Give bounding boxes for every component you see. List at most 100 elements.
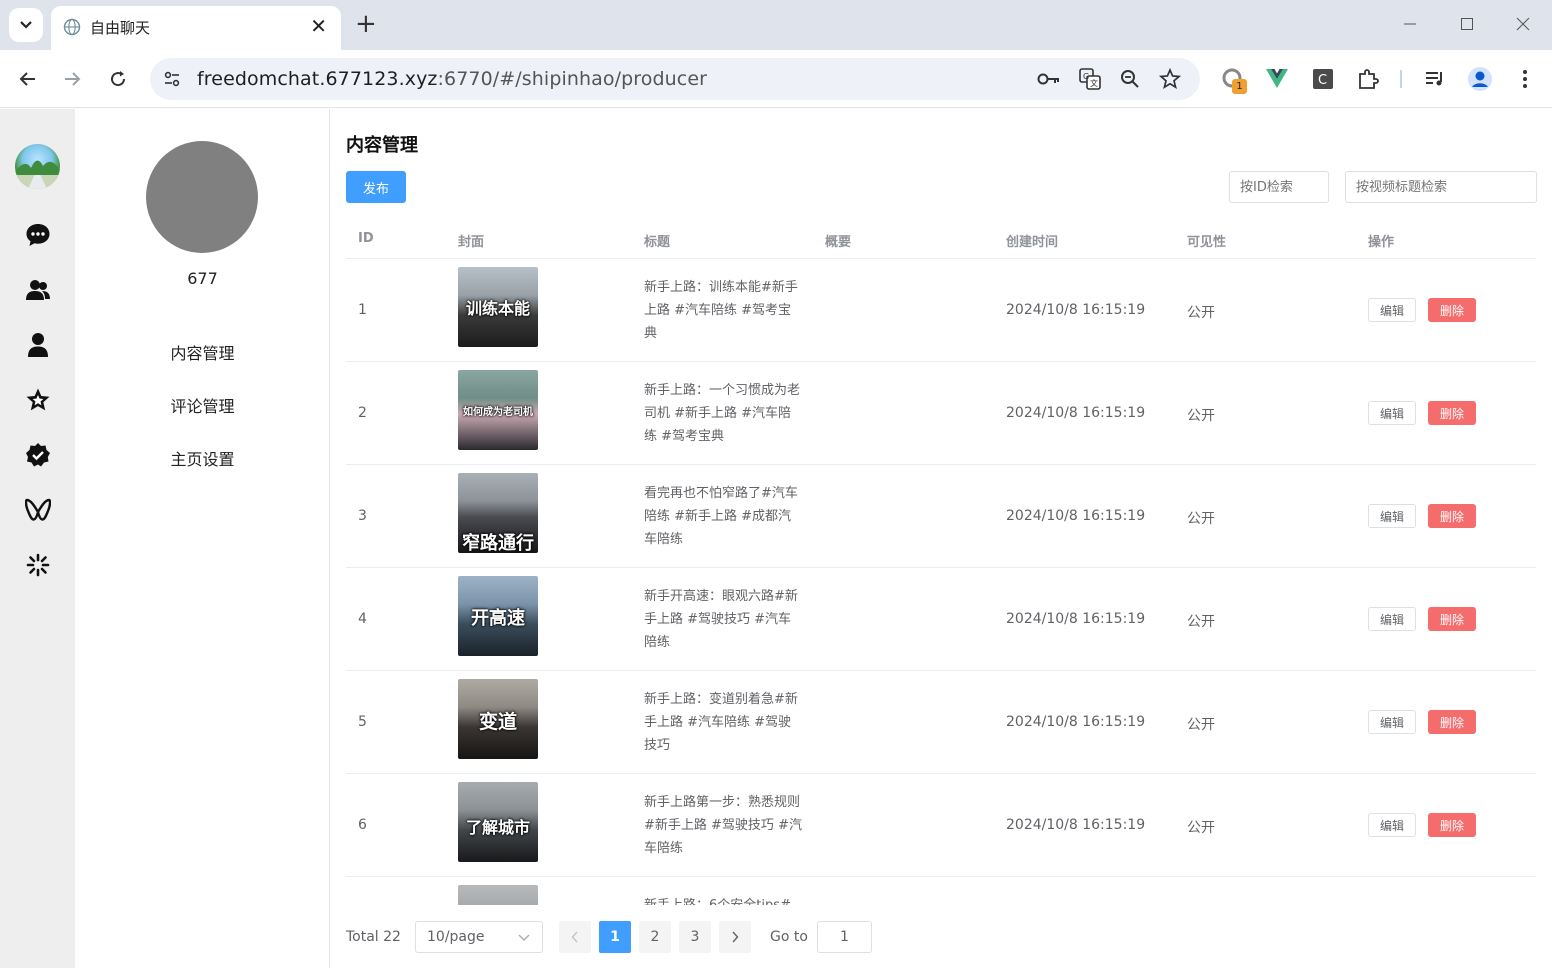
- extensions-puzzle-icon[interactable]: [1355, 66, 1381, 92]
- maximize-button[interactable]: [1455, 12, 1479, 36]
- col-id: ID: [358, 231, 374, 246]
- extension-badge-count: 1: [1232, 79, 1247, 94]
- c-extension-icon[interactable]: C: [1310, 66, 1336, 92]
- col-cover: 封面: [458, 235, 485, 250]
- rail-favorites[interactable]: [24, 386, 52, 414]
- delete-button[interactable]: 删除: [1428, 504, 1476, 528]
- page-title: 内容管理: [346, 135, 418, 156]
- delete-button[interactable]: 删除: [1428, 710, 1476, 734]
- forward-button[interactable]: [59, 66, 85, 92]
- page-button-1[interactable]: 1: [599, 921, 631, 953]
- password-key-icon[interactable]: [1037, 68, 1061, 90]
- address-bar[interactable]: freedomchat.677123.xyz:6770/#/shipinhao/…: [150, 58, 1200, 100]
- row-id: 6: [358, 817, 367, 833]
- delete-button[interactable]: 删除: [1428, 401, 1476, 425]
- minimize-icon: [1404, 23, 1416, 25]
- delete-button[interactable]: 删除: [1428, 607, 1476, 631]
- extension-badge-button[interactable]: 1: [1220, 66, 1247, 94]
- col-created: 创建时间: [1006, 235, 1059, 250]
- video-cover[interactable]: 开高速: [458, 576, 538, 656]
- edit-button[interactable]: 编辑: [1368, 607, 1416, 631]
- chevron-down-icon: [20, 21, 32, 29]
- edit-button[interactable]: 编辑: [1368, 710, 1416, 734]
- browser-tab-active[interactable]: 自由聊天 ✕: [51, 6, 341, 50]
- publish-button[interactable]: 发布: [346, 171, 406, 203]
- minimize-button[interactable]: [1398, 12, 1422, 36]
- bookmark-star-icon[interactable]: [1158, 68, 1182, 90]
- row-visibility: 公开: [1187, 614, 1215, 630]
- goto-label: Go to: [770, 929, 808, 945]
- row-title: 看完再也不怕窄路了#汽车陪练 #新手上路 #成都汽车陪练: [644, 486, 798, 547]
- table-row: 6 了解城市 新手上路第一步：熟悉规则#新手上路 #驾驶技巧 #汽车陪练 202…: [346, 774, 1536, 877]
- arrow-left-icon: [19, 72, 35, 86]
- rail-channels[interactable]: [24, 496, 52, 524]
- tab-search-button[interactable]: [9, 8, 43, 42]
- url-host: freedomchat.677123.xyz: [197, 68, 438, 90]
- video-cover[interactable]: 如何成为老司机: [458, 370, 538, 450]
- row-id: 4: [358, 611, 367, 627]
- maximize-icon: [1461, 18, 1473, 30]
- media-control-icon[interactable]: [1422, 66, 1448, 92]
- page-button-2[interactable]: 2: [639, 921, 671, 953]
- arrow-right-icon: [65, 72, 81, 86]
- row-title: 新手上路：一个习惯成为老司机 #新手上路 #汽车陪练 #驾考宝典: [644, 383, 801, 444]
- user-avatar[interactable]: [15, 144, 60, 189]
- delete-button[interactable]: 删除: [1428, 298, 1476, 322]
- video-cover[interactable]: 了解城市: [458, 782, 538, 862]
- row-created: 2024/10/8 16:15:19: [1006, 302, 1146, 318]
- profile-avatar-icon[interactable]: [1467, 66, 1493, 92]
- zoom-icon[interactable]: [1118, 68, 1142, 90]
- video-cover[interactable]: 窄路通行: [458, 473, 538, 553]
- delete-button[interactable]: 删除: [1428, 813, 1476, 837]
- tab-close-icon[interactable]: ✕: [310, 16, 327, 36]
- row-visibility: 公开: [1187, 717, 1215, 733]
- total-count: Total 22: [346, 929, 401, 945]
- creator-avatar[interactable]: [146, 141, 258, 253]
- content-panel: 内容管理 发布 ID 封面 标题 概要 创建时间 可见性 操作 1 训练本能 新…: [346, 109, 1538, 968]
- search-title-input[interactable]: [1345, 171, 1537, 203]
- browser-menu-icon[interactable]: [1512, 66, 1538, 92]
- prev-page-button[interactable]: [559, 921, 591, 953]
- chevron-right-icon: [732, 931, 739, 943]
- rail-discover[interactable]: [24, 551, 52, 579]
- browser-tab-strip: 自由聊天 ✕ +: [0, 0, 1552, 50]
- goto-page-input[interactable]: 1: [817, 921, 872, 953]
- nav-rail: [0, 109, 75, 968]
- row-id: 1: [358, 302, 367, 318]
- translate-icon[interactable]: G文: [1078, 68, 1102, 90]
- edit-button[interactable]: 编辑: [1368, 298, 1416, 322]
- table-row: 2 如何成为老司机 新手上路：一个习惯成为老司机 #新手上路 #汽车陪练 #驾考…: [346, 362, 1536, 465]
- col-summary: 概要: [825, 235, 852, 250]
- vue-devtools-icon[interactable]: [1264, 66, 1290, 92]
- url-text: freedomchat.677123.xyz:6770/#/shipinhao/…: [197, 68, 707, 90]
- rail-contacts[interactable]: [24, 276, 52, 304]
- row-visibility: 公开: [1187, 511, 1215, 527]
- video-cover[interactable]: [458, 885, 538, 905]
- page-size-select[interactable]: 10/page: [415, 921, 543, 953]
- rail-profile[interactable]: [24, 331, 52, 359]
- menu-homepage-settings[interactable]: 主页设置: [75, 446, 330, 470]
- reload-button[interactable]: [105, 66, 131, 92]
- video-cover[interactable]: 变道: [458, 679, 538, 759]
- menu-content-management[interactable]: 内容管理: [75, 340, 330, 364]
- col-visibility: 可见性: [1187, 235, 1227, 250]
- next-page-button[interactable]: [719, 921, 751, 953]
- edit-button[interactable]: 编辑: [1368, 504, 1416, 528]
- star-icon: [26, 388, 50, 411]
- rail-verified[interactable]: [24, 441, 52, 469]
- pagination: Total 22 10/page 1 2 3 Go to 1: [346, 921, 1538, 953]
- site-settings-icon[interactable]: [162, 69, 182, 89]
- video-cover[interactable]: 训练本能: [458, 267, 538, 347]
- menu-comment-management[interactable]: 评论管理: [75, 393, 330, 417]
- creator-sidebar: 677 内容管理 评论管理 主页设置: [75, 109, 330, 968]
- table-header: ID 封面 标题 概要 创建时间 可见性 操作: [346, 219, 1536, 259]
- rail-chat[interactable]: [24, 221, 52, 249]
- edit-button[interactable]: 编辑: [1368, 401, 1416, 425]
- table-row: 3 窄路通行 看完再也不怕窄路了#汽车陪练 #新手上路 #成都汽车陪练 2024…: [346, 465, 1536, 568]
- page-button-3[interactable]: 3: [679, 921, 711, 953]
- search-id-input[interactable]: [1229, 171, 1329, 203]
- back-button[interactable]: [15, 66, 41, 92]
- edit-button[interactable]: 编辑: [1368, 813, 1416, 837]
- close-window-button[interactable]: [1511, 12, 1535, 36]
- new-tab-button[interactable]: +: [355, 10, 377, 38]
